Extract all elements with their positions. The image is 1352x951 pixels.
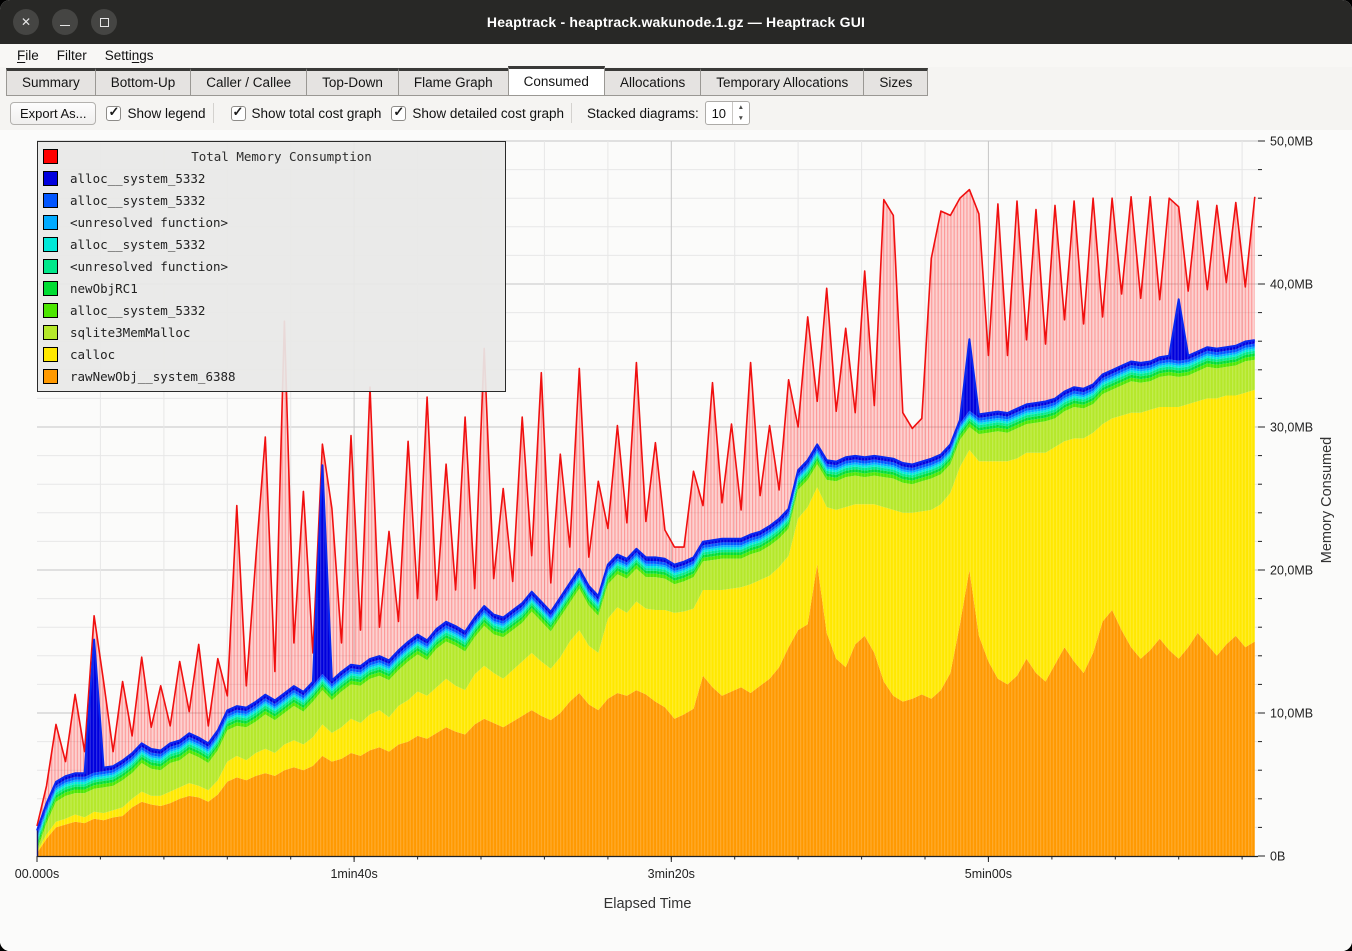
svg-text:Memory Consumed: Memory Consumed: [1319, 437, 1335, 564]
svg-text:1min40s: 1min40s: [330, 867, 377, 881]
app-window: ✕ Heaptrack - heaptrack.wakunode.1.gz — …: [0, 0, 1352, 951]
checkbox-show-legend[interactable]: ✓ Show legend: [106, 106, 205, 121]
spinbox-up-arrow-icon[interactable]: ▲: [733, 102, 749, 113]
legend-entry: rawNewObj__system_6388: [38, 365, 505, 387]
svg-text:3min20s: 3min20s: [648, 867, 695, 881]
legend-entry: sqlite3MemMalloc: [38, 321, 505, 343]
checkbox-box[interactable]: ✓: [231, 106, 246, 121]
menu-item-file[interactable]: File: [8, 46, 48, 65]
svg-text:30,0MB: 30,0MB: [1270, 421, 1313, 435]
legend-label: rawNewObj__system_6388: [70, 369, 236, 384]
svg-text:50,0MB: 50,0MB: [1270, 135, 1313, 149]
checkbox-label: Show total cost graph: [252, 106, 382, 121]
toolbar-separator: [213, 103, 214, 123]
menu-item-filter[interactable]: Filter: [48, 46, 96, 65]
title-bar: ✕ Heaptrack - heaptrack.wakunode.1.gz — …: [0, 0, 1352, 44]
legend-swatch-icon: [43, 303, 58, 318]
export-as-button[interactable]: Export As...: [10, 102, 96, 125]
tab-bottom-up[interactable]: Bottom-Up: [95, 68, 191, 96]
toolbar: Export As... ✓ Show legend ✓ Show total cos…: [0, 96, 1352, 130]
tab-top-down[interactable]: Top-Down: [306, 68, 398, 96]
tab-consumed[interactable]: Consumed: [508, 66, 605, 96]
legend-entry: alloc__system_5332: [38, 167, 505, 189]
legend-swatch-icon: [43, 193, 58, 208]
tab-caller-callee[interactable]: Caller / Callee: [190, 68, 306, 96]
legend-label: sqlite3MemMalloc: [70, 325, 190, 340]
legend-entry: alloc__system_5332: [38, 299, 505, 321]
legend-entry: alloc__system_5332: [38, 189, 505, 211]
svg-text:20,0MB: 20,0MB: [1270, 564, 1313, 578]
checkmark-icon: ✓: [393, 104, 404, 120]
checkbox-show-total-cost-graph[interactable]: ✓ Show total cost graph: [231, 106, 382, 121]
tab-temporary-allocations[interactable]: Temporary Allocations: [700, 68, 863, 96]
svg-text:40,0MB: 40,0MB: [1270, 278, 1313, 292]
chart-legend: Total Memory Consumption alloc__system_53…: [37, 141, 506, 392]
tab-summary[interactable]: Summary: [6, 68, 95, 96]
legend-label: alloc__system_5332: [70, 303, 205, 318]
legend-label: calloc: [70, 347, 115, 362]
svg-text:5min00s: 5min00s: [965, 867, 1012, 881]
checkmark-icon: ✓: [108, 104, 119, 120]
legend-title-row: Total Memory Consumption: [38, 145, 505, 167]
legend-entry: <unresolved function>: [38, 255, 505, 277]
menu-bar: FileFilterSettings: [0, 44, 1352, 67]
legend-entry: calloc: [38, 343, 505, 365]
checkmark-icon: ✓: [233, 104, 244, 120]
checkbox-box[interactable]: ✓: [391, 106, 406, 121]
svg-text:10,0MB: 10,0MB: [1270, 707, 1313, 721]
legend-label: alloc__system_5332: [70, 237, 205, 252]
legend-entry: newObjRC1: [38, 277, 505, 299]
spinbox-value[interactable]: 10: [706, 102, 732, 124]
checkbox-label: Show detailed cost graph: [412, 106, 564, 121]
legend-label: alloc__system_5332: [70, 171, 205, 186]
svg-text:0B: 0B: [1270, 850, 1285, 864]
legend-entry: <unresolved function>: [38, 211, 505, 233]
stacked-diagrams-label: Stacked diagrams:: [587, 106, 699, 121]
legend-swatch-icon: [43, 215, 58, 230]
checkbox-box[interactable]: ✓: [106, 106, 121, 121]
legend-swatch-icon: [43, 325, 58, 340]
tab-sizes[interactable]: Sizes: [863, 68, 928, 96]
legend-label: newObjRC1: [70, 281, 138, 296]
legend-swatch-icon: [43, 171, 58, 186]
legend-label: Total Memory Consumption: [58, 149, 505, 164]
legend-swatch-icon: [43, 149, 58, 164]
menu-item-settings[interactable]: Settings: [96, 46, 163, 65]
window-title: Heaptrack - heaptrack.wakunode.1.gz — He…: [0, 14, 1352, 30]
tab-flame-graph[interactable]: Flame Graph: [398, 68, 508, 96]
legend-entry: alloc__system_5332: [38, 233, 505, 255]
legend-swatch-icon: [43, 281, 58, 296]
spinbox-down-arrow-icon[interactable]: ▼: [733, 113, 749, 124]
toolbar-separator: [571, 103, 572, 123]
tab-bar: SummaryBottom-UpCaller / CalleeTop-DownF…: [0, 67, 1352, 96]
tab-allocations[interactable]: Allocations: [605, 68, 700, 96]
svg-text:Elapsed Time: Elapsed Time: [604, 896, 692, 912]
legend-label: <unresolved function>: [70, 259, 228, 274]
checkbox-label: Show legend: [127, 106, 205, 121]
legend-label: <unresolved function>: [70, 215, 228, 230]
svg-text:00.000s: 00.000s: [15, 867, 59, 881]
memory-consumption-chart: 00.000s 1min40s 3min20s 5min00s 0B 10,0MB 20,0…: [0, 130, 1352, 951]
legend-swatch-icon: [43, 369, 58, 384]
legend-label: alloc__system_5332: [70, 193, 205, 208]
legend-swatch-icon: [43, 347, 58, 362]
stacked-diagrams-spinbox[interactable]: 10 ▲ ▼: [705, 101, 750, 125]
legend-swatch-icon: [43, 237, 58, 252]
checkbox-show-detailed-cost-graph[interactable]: ✓ Show detailed cost graph: [391, 106, 564, 121]
legend-swatch-icon: [43, 259, 58, 274]
